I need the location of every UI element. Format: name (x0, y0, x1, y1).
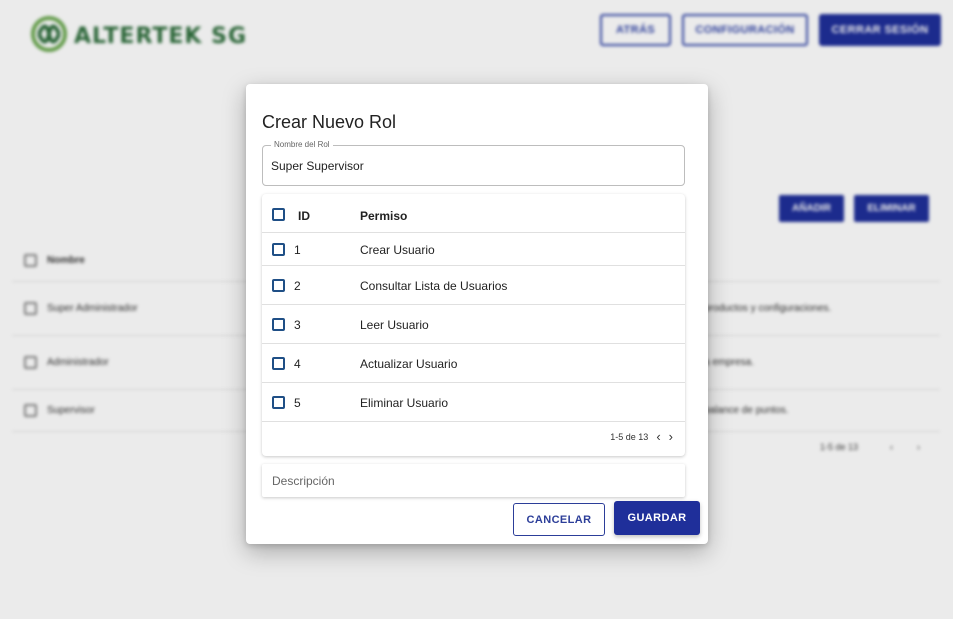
permission-checkbox[interactable] (272, 396, 285, 409)
role-name-field[interactable]: Nombre del Rol Super Supervisor (262, 140, 685, 186)
save-button[interactable]: GUARDAR (614, 501, 700, 535)
description-placeholder: Descripción (272, 474, 335, 488)
role-name-input[interactable]: Super Supervisor (271, 159, 364, 173)
table-row[interactable]: 4 Actualizar Usuario (262, 344, 685, 383)
role-name-label: Nombre del Rol (271, 140, 333, 149)
permission-name: Actualizar Usuario (360, 357, 458, 371)
column-id-header: ID (298, 209, 310, 223)
table-row[interactable]: 3 Leer Usuario (262, 305, 685, 344)
permission-id: 1 (294, 243, 301, 257)
table-row[interactable]: 5 Eliminar Usuario (262, 383, 685, 422)
permission-checkbox[interactable] (272, 279, 285, 292)
permission-checkbox[interactable] (272, 357, 285, 370)
permission-name: Crear Usuario (360, 243, 435, 257)
chevron-left-icon[interactable]: ‹ (656, 430, 660, 443)
permissions-pagination: 1-5 de 13 ‹ › (610, 430, 673, 443)
pagination-range: 1-5 de 13 (610, 431, 649, 442)
permission-id: 2 (294, 279, 301, 293)
dialog-title: Crear Nuevo Rol (262, 112, 397, 132)
permission-id: 5 (294, 396, 301, 410)
permission-checkbox[interactable] (272, 243, 285, 256)
chevron-right-icon[interactable]: › (669, 430, 673, 443)
permission-name: Eliminar Usuario (360, 396, 449, 410)
permission-id: 4 (294, 357, 301, 371)
select-all-permissions-checkbox[interactable] (272, 208, 285, 221)
permissions-table: ID Permiso 1 Crear Usuario 2 Consultar L… (262, 194, 685, 456)
column-permission-header: Permiso (360, 209, 408, 223)
cancel-button[interactable]: CANCELAR (513, 503, 605, 536)
create-role-dialog: Crear Nuevo Rol Nombre del Rol Super Sup… (246, 84, 708, 544)
permission-name: Consultar Lista de Usuarios (360, 279, 508, 293)
permission-name: Leer Usuario (360, 318, 429, 332)
permission-id: 3 (294, 318, 301, 332)
permission-checkbox[interactable] (272, 318, 285, 331)
table-row[interactable]: 2 Consultar Lista de Usuarios (262, 266, 685, 305)
description-field[interactable]: Descripción (262, 464, 685, 497)
permissions-table-header: ID Permiso (262, 194, 685, 233)
table-row[interactable]: 1 Crear Usuario (262, 233, 685, 266)
